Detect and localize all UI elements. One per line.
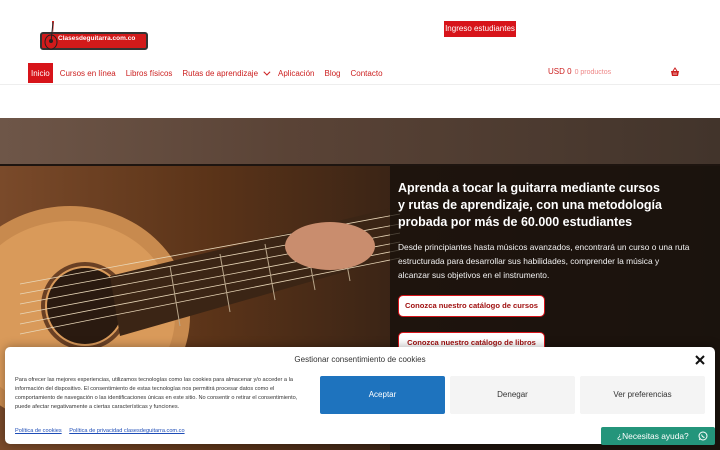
hero-subtitle: Desde principiantes hasta músicos avanza…: [398, 242, 690, 280]
nav-item-blog[interactable]: Blog: [324, 63, 340, 83]
page: Clasesdeguitarra.com.co Ingreso estudian…: [0, 0, 720, 450]
hero-background-top: [0, 118, 720, 166]
cookie-policy-link[interactable]: Política de cookies: [15, 428, 62, 434]
nav-item-label: Cursos en línea: [59, 68, 116, 78]
nav-item-inicio[interactable]: Inicio: [28, 63, 53, 83]
nav-item-rutas[interactable]: Rutas de aprendizaje: [182, 63, 271, 83]
nav-item-label: Rutas de aprendizaje: [182, 68, 259, 78]
cart-count: 0 productos: [574, 69, 612, 76]
nav-item-label: Blog: [324, 68, 341, 78]
basket-icon[interactable]: [670, 67, 680, 77]
nav-item-contacto[interactable]: Contacto: [351, 63, 383, 83]
whatsapp-label: ¿Necesitas ayuda?: [617, 431, 689, 441]
nav-item-libros[interactable]: Libros físicos: [126, 63, 173, 83]
cookie-description: Para ofrecer las mejores experiencias, u…: [15, 377, 298, 410]
site-logo[interactable]: Clasesdeguitarra.com.co: [40, 20, 148, 52]
nav-item-cursos[interactable]: Cursos en línea: [60, 63, 116, 83]
cookie-links: Política de cookies Política de privacid…: [15, 428, 191, 434]
nav-item-label: Aplicación: [278, 68, 315, 78]
cart-summary[interactable]: USD 00 productos: [548, 67, 611, 76]
privacy-policy-link[interactable]: Política de privacidad clasesdeguitarra.…: [69, 428, 184, 434]
nav-item-label: Contacto: [350, 68, 383, 78]
view-preferences-button[interactable]: Ver preferencias: [580, 376, 705, 414]
header-divider: [0, 84, 720, 85]
accept-cookies-button[interactable]: Aceptar: [320, 376, 445, 414]
whatsapp-icon: [698, 431, 708, 441]
cookie-dialog-title: Gestionar consentimiento de cookies: [294, 355, 426, 364]
deny-cookies-button[interactable]: Denegar: [450, 376, 575, 414]
whatsapp-help-button[interactable]: ¿Necesitas ayuda?: [601, 427, 715, 445]
chevron-down-icon[interactable]: [263, 68, 271, 76]
logo-text: Clasesdeguitarra.com.co: [58, 35, 136, 42]
main-nav: Inicio Cursos en línea Libros físicos Ru…: [28, 63, 393, 83]
nav-item-label: Inicio: [31, 68, 50, 78]
courses-catalog-button[interactable]: Conozca nuestro catálogo de cursos: [398, 295, 545, 317]
hero-title: Aprenda a tocar la guitarra mediante cur…: [398, 181, 662, 229]
student-login-button[interactable]: Ingreso estudiantes: [444, 21, 516, 37]
close-icon[interactable]: [693, 353, 707, 367]
nav-item-label: Libros físicos: [125, 68, 173, 78]
cart-amount: USD 0: [548, 67, 572, 76]
nav-item-aplicacion[interactable]: Aplicación: [278, 63, 314, 83]
site-header: Clasesdeguitarra.com.co Ingreso estudian…: [0, 0, 720, 84]
